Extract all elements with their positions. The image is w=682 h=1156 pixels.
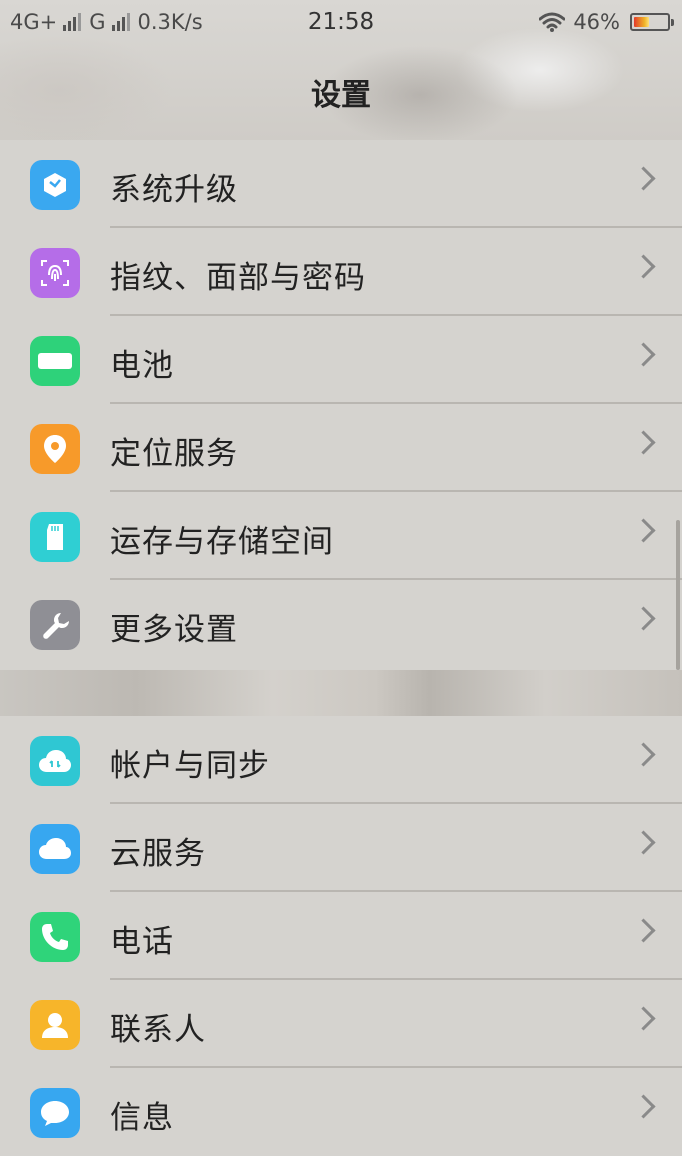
contacts-icon [30,1000,80,1050]
wifi-icon [539,12,566,32]
settings-item-system-update[interactable]: 系统升级 [0,140,682,228]
chevron-right-icon [631,342,656,367]
settings-item-label: 电池 [110,348,174,384]
settings-item-account-sync[interactable]: 帐户与同步 [0,716,682,804]
settings-item-label: 指纹、面部与密码 [110,260,366,296]
status-right: 46% [539,10,674,34]
settings-item-storage[interactable]: 运存与存储空间 [0,492,682,580]
settings-item-cloud[interactable]: 云服务 [0,804,682,892]
settings-item-label: 系统升级 [110,172,238,208]
settings-item-label: 信息 [110,1100,174,1136]
chevron-right-icon [631,918,656,943]
settings-item-label: 电话 [110,924,174,960]
chevron-right-icon [631,830,656,855]
settings-item-label: 运存与存储空间 [110,524,334,560]
settings-item-contacts[interactable]: 联系人 [0,980,682,1068]
settings-item-messages[interactable]: 信息 [0,1068,682,1156]
account-sync-icon [30,736,80,786]
settings-group-1: 系统升级 指纹、面部与密码 电池 定位服务 运存与存储空间 更多设置 [0,140,682,670]
settings-item-label: 云服务 [110,836,206,872]
chevron-right-icon [631,1094,656,1119]
chevron-right-icon [631,254,656,279]
phone-icon [30,912,80,962]
chevron-right-icon [631,1006,656,1031]
chevron-right-icon [631,166,656,191]
section-divider [0,670,682,716]
chevron-right-icon [631,742,656,767]
settings-item-phone[interactable]: 电话 [0,892,682,980]
settings-item-label: 联系人 [110,1012,206,1048]
battery-fill [634,17,649,27]
settings-item-battery[interactable]: 电池 [0,316,682,404]
chevron-right-icon [631,518,656,543]
battery-icon [30,336,80,386]
wrench-icon [30,600,80,650]
chevron-right-icon [631,606,656,631]
cloud-icon [30,824,80,874]
settings-item-location[interactable]: 定位服务 [0,404,682,492]
scrollbar[interactable] [676,520,680,670]
settings-item-label: 帐户与同步 [110,748,270,784]
storage-icon [30,512,80,562]
battery-icon [630,13,674,31]
battery-percent: 46% [573,10,620,34]
chevron-right-icon [631,430,656,455]
settings-item-fingerprint[interactable]: 指纹、面部与密码 [0,228,682,316]
status-bar: 4G+ G 0.3K/s 21:58 46% [0,0,682,46]
settings-item-label: 更多设置 [110,612,238,648]
page-title: 设置 [311,78,371,113]
settings-group-2: 帐户与同步 云服务 电话 联系人 信息 [0,716,682,1138]
location-icon [30,424,80,474]
settings-item-label: 定位服务 [110,436,238,472]
fingerprint-icon [30,248,80,298]
settings-item-more[interactable]: 更多设置 [0,580,682,668]
message-icon [30,1088,80,1138]
system-update-icon [30,160,80,210]
